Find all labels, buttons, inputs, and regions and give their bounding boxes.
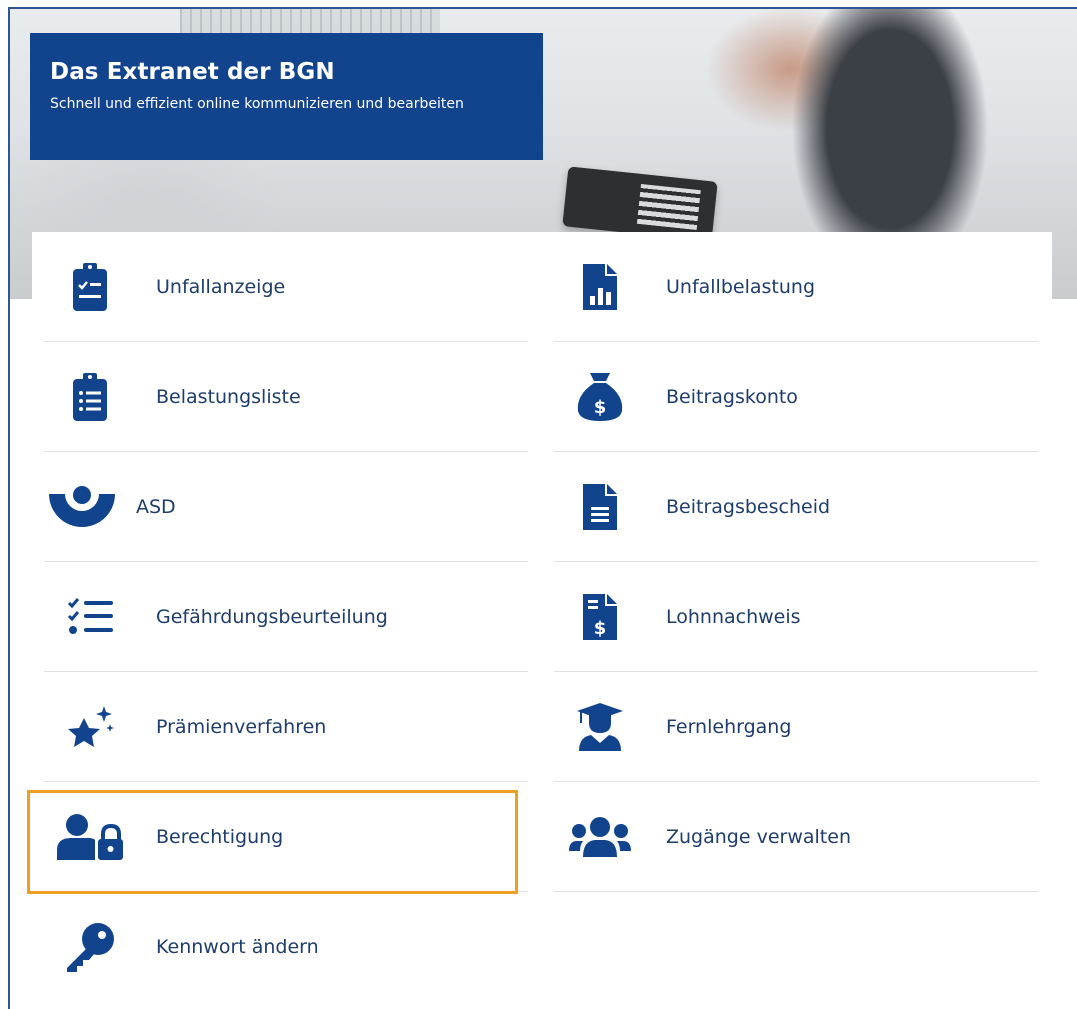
key-icon: [44, 922, 136, 972]
tile-asd[interactable]: ASD: [44, 452, 528, 562]
tile-label: Zugänge verwalten: [666, 825, 851, 848]
tile-berechtigung[interactable]: Berechtigung: [44, 782, 528, 892]
file-dollar-icon: $: [554, 593, 646, 640]
clipboard-list-icon: [44, 372, 136, 421]
tile-label: Kennwort ändern: [156, 936, 319, 958]
money-bag-icon: $: [554, 372, 646, 421]
tile-belastungsliste[interactable]: Belastungsliste: [44, 342, 528, 452]
tile-praemienverfahren[interactable]: Prämienverfahren: [44, 672, 528, 782]
tile-gefaehrdungsbeurteilung[interactable]: Gefährdungsbeurteilung: [44, 562, 528, 672]
tile-kennwort-aendern[interactable]: Kennwort ändern: [44, 892, 528, 1002]
tile-label: Beitragskonto: [666, 385, 798, 408]
tile-label: Lohnnachweis: [666, 605, 801, 628]
tile-label: Beitragsbescheid: [666, 495, 831, 518]
tile-label: Berechtigung: [156, 825, 284, 848]
user-lock-icon: [44, 813, 136, 860]
tile-zugaenge-verwalten[interactable]: Zugänge verwalten: [554, 782, 1038, 892]
file-chart-icon: [554, 263, 646, 310]
svg-text:$: $: [594, 618, 607, 639]
tile-label: Belastungsliste: [156, 385, 301, 408]
tile-label: Unfallanzeige: [156, 275, 286, 298]
tile-unfallbelastung[interactable]: Unfallbelastung: [554, 232, 1038, 342]
hero-calculator-decor: [562, 166, 718, 242]
asd-logo-icon: [36, 485, 128, 528]
users-icon: [554, 816, 646, 857]
tile-beitragskonto[interactable]: $ Beitragskonto: [554, 342, 1038, 452]
tile-label: Unfallbelastung: [666, 275, 816, 298]
extranet-frame: Das Extranet der BGN Schnell und effizie…: [8, 7, 1077, 1009]
page-title: Das Extranet der BGN: [50, 59, 335, 85]
tile-lohnnachweis[interactable]: $ Lohnnachweis: [554, 562, 1038, 672]
graduate-icon: [554, 702, 646, 751]
tile-beitragsbescheid[interactable]: Beitragsbescheid: [554, 452, 1038, 562]
clipboard-check-icon: [44, 262, 136, 311]
tile-label: Fernlehrgang: [666, 715, 792, 738]
tile-label: Prämienverfahren: [156, 715, 327, 738]
tile-unfallanzeige[interactable]: Unfallanzeige: [44, 232, 528, 342]
tile-grid: Unfallanzeige Belastungsliste ASD Gefähr…: [32, 232, 1052, 1009]
tile-label: ASD: [136, 495, 176, 518]
star-sparkle-icon: [44, 704, 136, 750]
checklist-icon: [44, 597, 136, 637]
file-text-icon: [554, 483, 646, 530]
page-subtitle: Schnell und effizient online kommunizier…: [50, 96, 464, 112]
tile-fernlehrgang[interactable]: Fernlehrgang: [554, 672, 1038, 782]
tile-label: Gefährdungsbeurteilung: [156, 605, 388, 628]
hero-banner: Das Extranet der BGN Schnell und effizie…: [30, 33, 543, 160]
svg-text:$: $: [594, 397, 607, 418]
